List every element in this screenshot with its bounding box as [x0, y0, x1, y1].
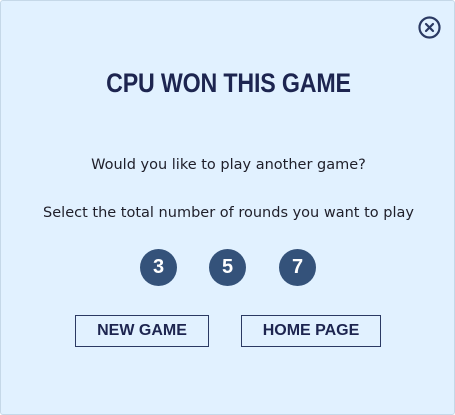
rounds-7-button[interactable]: 7	[279, 249, 316, 286]
home-page-button[interactable]: HOME PAGE	[241, 315, 381, 347]
rounds-instruction: Select the total number of rounds you wa…	[43, 205, 414, 221]
dialog-title: CPU WON THIS GAME	[106, 68, 351, 98]
game-over-dialog: CPU WON THIS GAME Would you like to play…	[0, 0, 455, 415]
rounds-3-button[interactable]: 3	[140, 249, 177, 286]
new-game-button[interactable]: NEW GAME	[75, 315, 209, 347]
play-again-question: Would you like to play another game?	[91, 157, 366, 173]
close-icon	[418, 16, 441, 39]
close-button[interactable]	[418, 16, 441, 39]
rounds-5-button[interactable]: 5	[209, 249, 246, 286]
